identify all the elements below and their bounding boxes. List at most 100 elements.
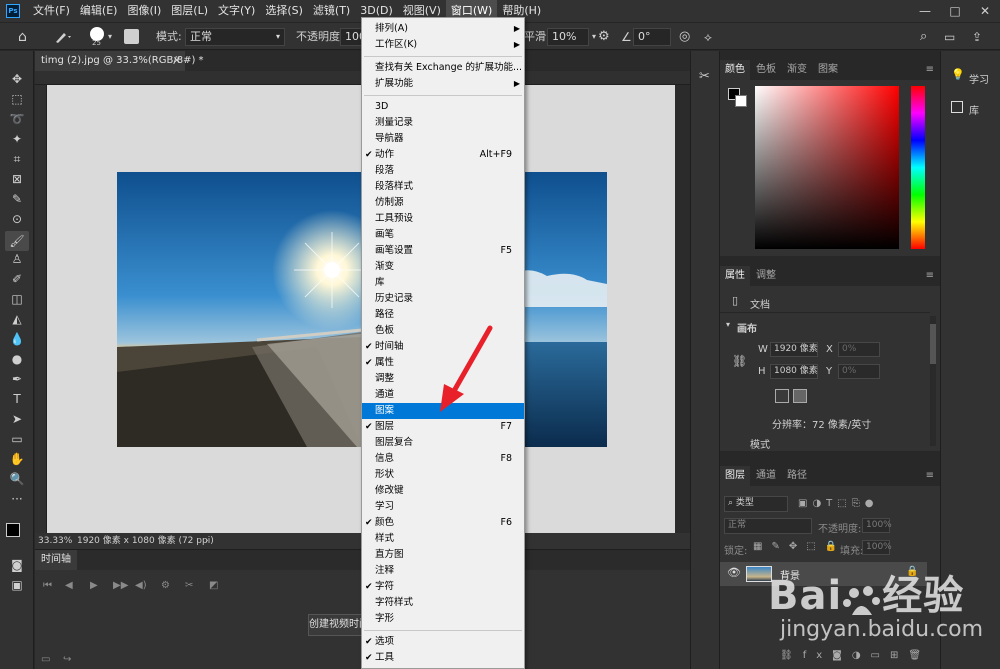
crop-icon[interactable]: ⌗ bbox=[9, 151, 25, 167]
path-select-icon[interactable]: ➤ bbox=[9, 411, 25, 427]
window-menu-item[interactable]: 直方图 bbox=[362, 547, 524, 563]
chevron-down-icon[interactable]: ▾ bbox=[726, 320, 730, 329]
hand-icon[interactable]: ✋ bbox=[9, 451, 25, 467]
eyedropper-icon[interactable]: ✎ bbox=[9, 191, 25, 207]
menu-item[interactable]: 滤镜(T) bbox=[308, 0, 355, 22]
minimize-button[interactable]: — bbox=[910, 0, 940, 22]
brush-icon[interactable]: 🖌 bbox=[5, 231, 29, 251]
maximize-button[interactable]: □ bbox=[940, 0, 970, 22]
portrait-orientation-icon[interactable] bbox=[775, 389, 789, 403]
canvas-scrollbar[interactable] bbox=[675, 85, 690, 533]
window-menu-item[interactable]: 排列(A) ▶ bbox=[362, 21, 524, 37]
window-menu-item[interactable]: 库 bbox=[362, 275, 524, 291]
window-menu-item[interactable]: 修改键 bbox=[362, 483, 524, 499]
window-menu-item[interactable]: 工具预设 bbox=[362, 211, 524, 227]
layer-opacity-input[interactable]: 100% bbox=[862, 518, 892, 533]
window-menu-item[interactable]: 测量记录 bbox=[362, 115, 524, 131]
smoothing-input[interactable]: 10% bbox=[547, 28, 589, 46]
window-menu-item[interactable]: 仿制源 bbox=[362, 195, 524, 211]
close-button[interactable]: ✕ bbox=[970, 0, 1000, 22]
search-icon[interactable]: ⌕ bbox=[920, 27, 927, 47]
more-icon[interactable]: ··· bbox=[9, 491, 25, 507]
menu-item[interactable]: 文件(F) bbox=[28, 0, 75, 22]
window-menu-item[interactable]: 导航器 bbox=[362, 131, 524, 147]
tab-properties[interactable]: 属性 bbox=[720, 266, 750, 286]
y-input[interactable]: 0% bbox=[838, 364, 880, 379]
window-menu-item[interactable]: 学习 bbox=[362, 499, 524, 515]
window-menu-item[interactable]: ✔ 选项 bbox=[362, 634, 524, 650]
shape-icon[interactable]: ▭ bbox=[9, 431, 25, 447]
window-menu-item[interactable]: 字符样式 bbox=[362, 595, 524, 611]
window-menu-item[interactable]: 图层复合 bbox=[362, 435, 524, 451]
tab-color[interactable]: 颜色 bbox=[720, 60, 750, 80]
link-icon[interactable]: ⛓ bbox=[732, 354, 747, 368]
window-menu-item[interactable]: 扩展功能 ▶ bbox=[362, 76, 524, 92]
tab-timeline[interactable]: 时间轴 bbox=[35, 550, 77, 570]
x-input[interactable]: 0% bbox=[838, 342, 880, 357]
next-frame-icon[interactable]: ▶▶ bbox=[113, 580, 128, 591]
menu-item[interactable]: 选择(S) bbox=[260, 0, 308, 22]
symmetry-icon[interactable]: ⟡ bbox=[704, 27, 712, 47]
type-icon[interactable]: T bbox=[9, 391, 25, 407]
eraser-icon[interactable]: ◫ bbox=[9, 291, 25, 307]
window-menu-item[interactable]: 工作区(K) ▶ bbox=[362, 37, 524, 53]
window-menu-item[interactable]: 段落样式 bbox=[362, 179, 524, 195]
menu-item[interactable]: 图像(I) bbox=[122, 0, 166, 22]
zoom-level[interactable]: 33.33% bbox=[38, 533, 72, 549]
close-icon[interactable]: × bbox=[173, 51, 181, 71]
window-menu-item[interactable]: ✔ 图层 F7 bbox=[362, 419, 524, 435]
menu-item[interactable]: 文字(Y) bbox=[213, 0, 260, 22]
tab-adjustments[interactable]: 调整 bbox=[751, 266, 781, 286]
settings-icon[interactable]: ⚙ bbox=[161, 580, 170, 591]
prev-frame-icon[interactable]: ◀ bbox=[65, 580, 73, 591]
quick-mask-icon[interactable]: ◙ bbox=[9, 557, 25, 573]
background-swatch[interactable] bbox=[735, 95, 747, 107]
frame-mode-icon[interactable]: ▭ bbox=[41, 654, 50, 665]
dodge-icon[interactable]: ● bbox=[9, 351, 25, 367]
pen-icon[interactable]: ✒ bbox=[9, 371, 25, 387]
hue-slider[interactable] bbox=[911, 86, 925, 249]
magic-wand-icon[interactable]: ✦ bbox=[9, 131, 25, 147]
tools-options-icon[interactable]: ✂ bbox=[699, 69, 710, 84]
panel-menu-icon[interactable]: ≡ bbox=[926, 470, 934, 481]
zoom-icon[interactable]: 🔍 bbox=[9, 471, 25, 487]
workspace-icon[interactable]: ▭ bbox=[944, 27, 955, 47]
window-menu-item[interactable]: 信息 F8 bbox=[362, 451, 524, 467]
audio-icon[interactable]: ◀) bbox=[135, 580, 147, 591]
window-menu-item[interactable]: 注释 bbox=[362, 563, 524, 579]
tab-patterns[interactable]: 图案 bbox=[813, 60, 843, 80]
pressure-icon[interactable]: ◎ bbox=[679, 27, 690, 47]
mode-select[interactable]: 正常 ▾ bbox=[185, 28, 285, 46]
window-menu-item[interactable]: 形状 bbox=[362, 467, 524, 483]
height-input[interactable]: 1080 像素 bbox=[770, 364, 818, 379]
chevron-down-icon[interactable]: ▾ bbox=[108, 27, 112, 47]
window-menu-item[interactable]: 段落 bbox=[362, 163, 524, 179]
tab-layers[interactable]: 图层 bbox=[720, 466, 750, 486]
tab-channels[interactable]: 通道 bbox=[751, 466, 781, 486]
panel-menu-icon[interactable]: ≡ bbox=[926, 270, 934, 281]
menu-item[interactable]: 图层(L) bbox=[166, 0, 213, 22]
learn-icon[interactable]: 💡 bbox=[951, 68, 965, 81]
window-menu-item[interactable]: 样式 bbox=[362, 531, 524, 547]
move-icon[interactable]: ✥ bbox=[9, 71, 25, 87]
document-tab[interactable]: timg (2).jpg @ 33.3%(RGB/8#) * × bbox=[35, 51, 204, 71]
blur-icon[interactable]: 💧 bbox=[9, 331, 25, 347]
libraries-icon[interactable] bbox=[951, 101, 963, 113]
window-menu-item[interactable]: ✔ 字符 bbox=[362, 579, 524, 595]
screen-mode-icon[interactable]: ▣ bbox=[9, 577, 25, 593]
share-icon[interactable]: ⇪ bbox=[972, 27, 982, 47]
marquee-icon[interactable]: ⬚ bbox=[9, 91, 25, 107]
frame-icon[interactable]: ⊠ bbox=[9, 171, 25, 187]
menu-item[interactable]: 编辑(E) bbox=[75, 0, 123, 22]
landscape-orientation-icon[interactable] bbox=[793, 389, 807, 403]
window-menu-item[interactable]: ✔ 动作 Alt+F9 bbox=[362, 147, 524, 163]
home-icon[interactable]: ⌂ bbox=[18, 27, 27, 47]
tab-swatches[interactable]: 色板 bbox=[751, 60, 781, 80]
first-frame-icon[interactable]: ⏮ bbox=[43, 580, 52, 591]
play-icon[interactable]: ▶ bbox=[90, 580, 98, 591]
window-menu-item[interactable]: 字形 bbox=[362, 611, 524, 627]
bucket-icon[interactable]: ◭ bbox=[9, 311, 25, 327]
properties-scrollbar[interactable] bbox=[930, 316, 936, 446]
scissors-icon[interactable]: ✂ bbox=[185, 580, 193, 591]
window-menu-item[interactable]: 画笔 bbox=[362, 227, 524, 243]
